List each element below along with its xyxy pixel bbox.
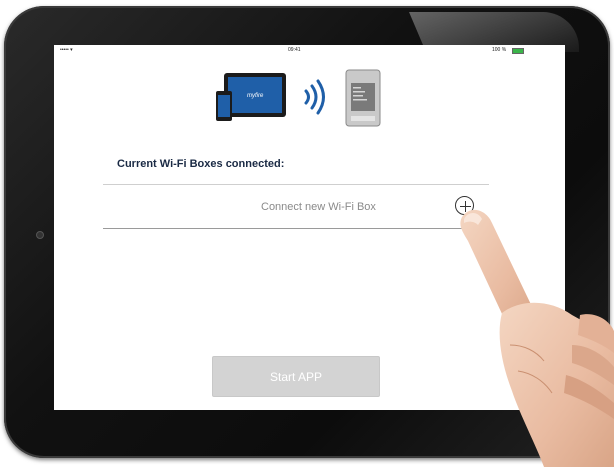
connect-new-box-row[interactable]: Connect new Wi-Fi Box (103, 185, 489, 228)
status-time: 09:41 (288, 47, 301, 53)
battery-icon (512, 48, 524, 54)
status-bar: ••••• ▾ 09:41 100 % (54, 45, 565, 55)
connect-new-box-label: Connect new Wi-Fi Box (261, 201, 376, 213)
front-camera (36, 231, 44, 239)
battery-percent: 100 % (492, 47, 507, 53)
pointing-hand-image (460, 209, 614, 467)
start-app-button[interactable]: Start APP (212, 356, 380, 397)
page-title: Current Wi-Fi Boxes connected: (117, 158, 285, 170)
wifi-signal-icon (304, 79, 325, 115)
devices-to-wifibox-icon: myfire (216, 69, 381, 127)
photo-stage: ••••• ▾ 09:41 100 % myfire Current Wi-Fi… (0, 0, 614, 467)
hero-illustration: myfire (214, 69, 414, 131)
divider (103, 228, 489, 229)
hero-brand-text: myfire (247, 93, 264, 99)
wifi-box-device (345, 69, 381, 127)
signal-indicator: ••••• ▾ (60, 47, 73, 53)
